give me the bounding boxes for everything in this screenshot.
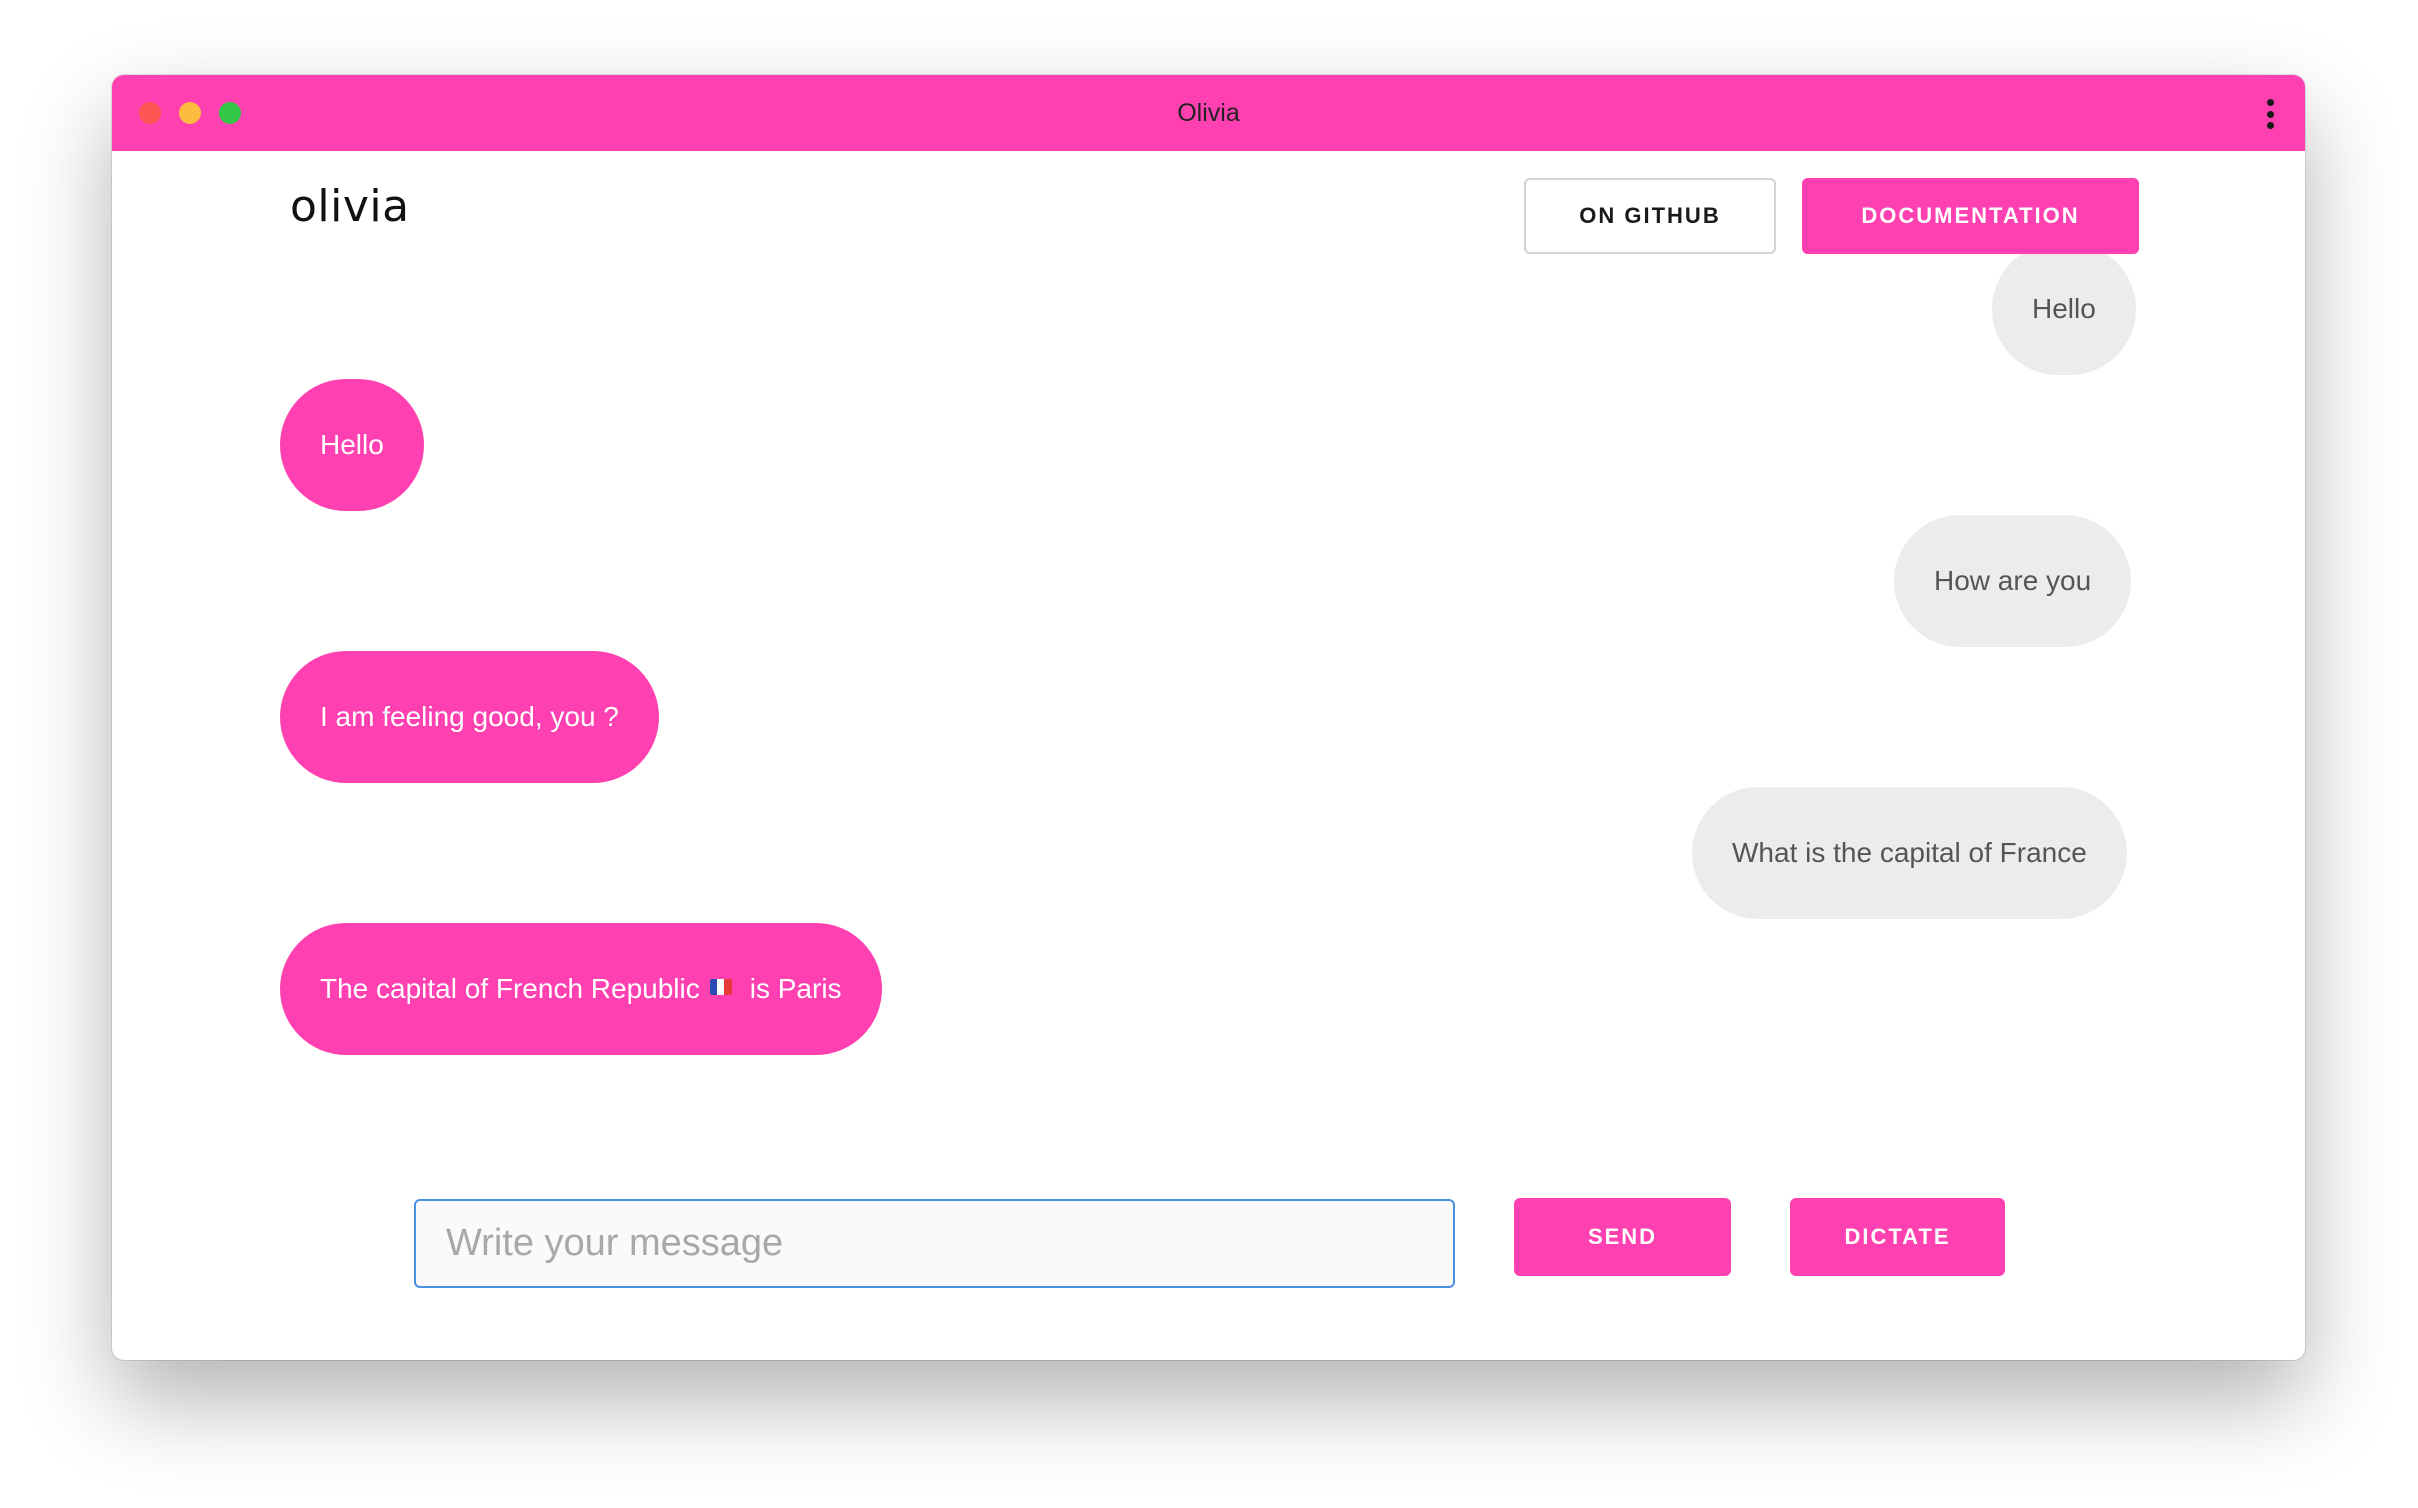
message-text: Hello [320, 429, 384, 460]
app-logo[interactable]: olivia [290, 181, 410, 232]
bot-message: The capital of French Republic is Paris [280, 923, 882, 1055]
message-text: How are you [1934, 565, 2092, 596]
app-window: Olivia olivia ON GITHUB DOCUMENTATION He… [112, 75, 2305, 1360]
send-button[interactable]: SEND [1514, 1198, 1731, 1276]
france-flag-icon [709, 979, 732, 995]
message-text-before: The capital of French Republic [320, 973, 700, 1004]
titlebar: Olivia [112, 75, 2305, 151]
chat-page: olivia ON GITHUB DOCUMENTATION Hello ON … [112, 151, 2305, 1360]
more-options-icon[interactable] [2265, 99, 2275, 129]
github-button-overlay[interactable]: ON GITHUB [1524, 178, 1776, 254]
message-input[interactable] [414, 1199, 1455, 1288]
bot-message: I am feeling good, you ? [280, 651, 659, 783]
window-title: Olivia [1177, 99, 1240, 127]
message-text: I am feeling good, you ? [320, 701, 619, 732]
bot-message: Hello [280, 379, 424, 511]
user-message: What is the capital of France [1692, 787, 2127, 919]
documentation-button-overlay[interactable]: DOCUMENTATION [1802, 178, 2139, 254]
message-text-after: is Paris [749, 973, 842, 1004]
user-message: How are you [1894, 515, 2132, 647]
dictate-button[interactable]: DICTATE [1790, 1198, 2005, 1276]
message-text: What is the capital of France [1732, 837, 2087, 868]
message-text: Hello [2032, 293, 2096, 324]
user-message: Hello [1992, 243, 2136, 375]
